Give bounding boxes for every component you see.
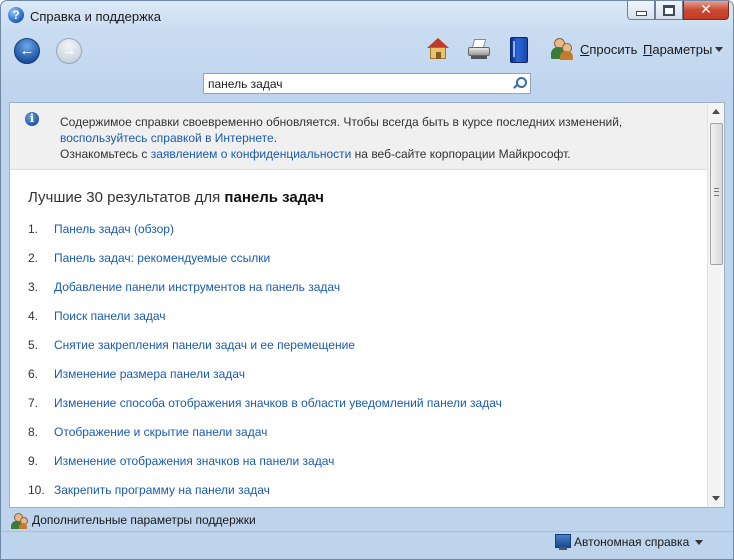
result-link[interactable]: Изменение отображения значков на панели … [54,454,334,468]
window-controls: ✕ [627,1,729,21]
more-support-options-link[interactable]: Дополнительные параметры поддержки [32,513,256,527]
vertical-scrollbar[interactable] [707,103,724,507]
printer-icon[interactable] [467,37,491,61]
result-link[interactable]: Поиск панели задач [54,309,166,323]
result-link[interactable]: Панель задач: рекомендуемые ссылки [54,251,270,265]
result-link[interactable]: Изменение размера панели задач [54,367,245,381]
result-link[interactable]: Добавление панели инструментов на панель… [54,280,340,294]
scroll-down-icon[interactable] [712,496,720,501]
title-bar[interactable]: ? Справка и поддержка ✕ [1,1,733,31]
result-link[interactable]: Закрепить программу на панели задач [54,483,270,497]
scroll-thumb[interactable] [710,123,723,265]
close-button[interactable]: ✕ [683,1,729,20]
back-arrow-icon: ← [19,42,35,59]
help-app-icon: ? [8,7,24,23]
result-link[interactable]: Панель задач (обзор) [54,222,174,236]
offline-help-dropdown-icon[interactable] [695,540,703,545]
options-menu-button[interactable]: Параметры [643,42,712,57]
result-link[interactable]: Отображение и скрытие панели задач [54,425,267,439]
maximize-button[interactable] [655,1,683,20]
search-icon[interactable] [513,77,527,89]
forward-button[interactable]: → [56,38,82,64]
offline-help-button[interactable]: Автономная справка [574,535,689,549]
results-heading: Лучшие 30 результатов для панель задач [28,189,324,206]
ask-people-icon[interactable] [550,37,574,61]
help-content-pane: i Содержимое справки своевременно обновл… [9,102,725,508]
online-help-link[interactable]: воспользуйтесь справкой в Интернете [60,131,274,145]
help-window: ? Справка и поддержка ✕ ← → Спросить Пар… [0,0,734,560]
result-link[interactable]: Изменение способа отображения значков в … [54,396,502,410]
search-input[interactable] [208,76,498,91]
offline-help-icon[interactable] [555,534,571,550]
info-icon: i [25,112,39,126]
search-box[interactable] [203,73,531,94]
minimize-button[interactable] [627,1,655,20]
window-title: Справка и поддержка [30,9,161,24]
forward-arrow-icon: → [61,42,77,59]
scroll-up-icon[interactable] [712,109,720,114]
home-icon[interactable] [426,37,450,61]
ask-button[interactable]: Спросить [580,42,637,57]
maximize-icon [663,4,675,16]
browse-help-book-icon[interactable] [510,37,528,63]
options-dropdown-icon[interactable] [715,47,723,52]
support-people-icon [11,513,28,529]
notice-text: Содержимое справки своевременно обновляе… [60,115,623,161]
result-link[interactable]: Снятие закрепления панели задач и ее пер… [54,338,355,352]
update-notice: i Содержимое справки своевременно обновл… [10,103,708,170]
privacy-statement-link[interactable]: заявлением о конфиденциальности [151,147,352,161]
close-icon: ✕ [700,2,712,18]
minimize-icon [635,10,647,16]
back-button[interactable]: ← [14,38,40,64]
